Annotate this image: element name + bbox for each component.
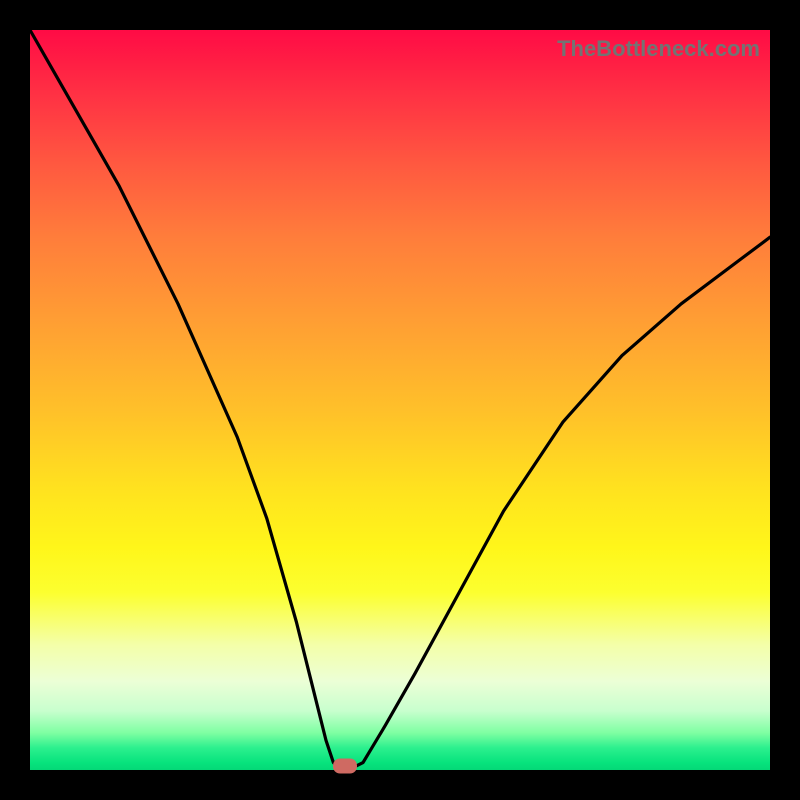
plot-area: TheBottleneck.com [30, 30, 770, 770]
optimum-marker [333, 758, 357, 773]
chart-frame: TheBottleneck.com [0, 0, 800, 800]
bottleneck-curve [30, 30, 770, 770]
curve-layer [30, 30, 770, 770]
